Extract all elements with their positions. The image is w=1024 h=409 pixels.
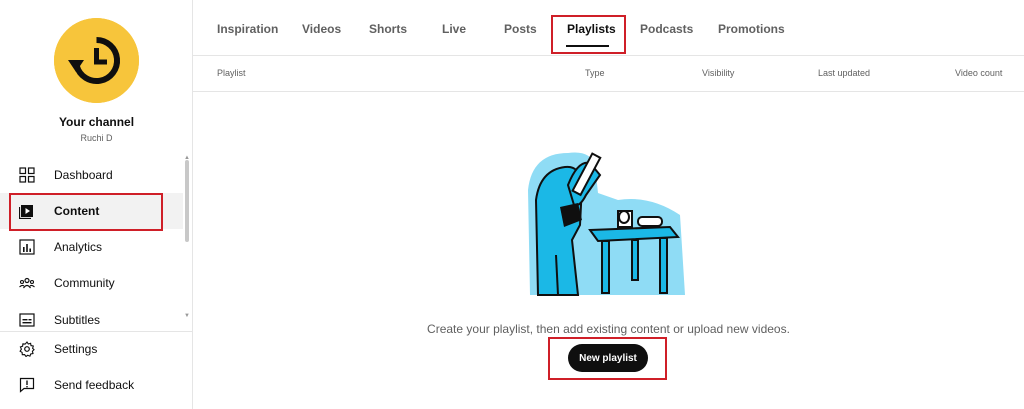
tab-videos[interactable]: Videos bbox=[302, 22, 341, 36]
tab-bar: Inspiration Videos Shorts Live Posts Pla… bbox=[193, 0, 1024, 56]
tab-podcasts[interactable]: Podcasts bbox=[640, 22, 693, 36]
column-header-playlist[interactable]: Playlist bbox=[217, 68, 246, 78]
empty-playlist-illustration bbox=[520, 145, 690, 305]
sidebar-item-label: Community bbox=[54, 276, 115, 290]
sidebar-item-content[interactable]: Content bbox=[0, 193, 183, 229]
sidebar-item-label: Settings bbox=[54, 342, 98, 356]
subtitles-icon bbox=[19, 312, 35, 328]
community-icon bbox=[19, 275, 35, 291]
sidebar-item-label: Content bbox=[54, 204, 100, 218]
column-header-visibility[interactable]: Visibility bbox=[702, 68, 734, 78]
tab-live[interactable]: Live bbox=[442, 22, 466, 36]
tab-playlists[interactable]: Playlists bbox=[567, 22, 616, 36]
sidebar-item-analytics[interactable]: Analytics bbox=[0, 229, 183, 265]
sidebar-item-dashboard[interactable]: Dashboard bbox=[0, 157, 183, 193]
tab-posts[interactable]: Posts bbox=[504, 22, 537, 36]
sidebar-item-settings[interactable]: Settings bbox=[0, 331, 183, 367]
sidebar-item-label: Send feedback bbox=[54, 378, 135, 392]
column-header-last-updated[interactable]: Last updated bbox=[818, 68, 870, 78]
sidebar: Your channel Ruchi D Dashboard Content A… bbox=[0, 0, 193, 409]
tab-promotions[interactable]: Promotions bbox=[718, 22, 785, 36]
sidebar-item-label: Subtitles bbox=[54, 313, 101, 327]
sidebar-item-community[interactable]: Community bbox=[0, 265, 183, 301]
analytics-icon bbox=[19, 239, 35, 255]
history-clock-icon bbox=[54, 18, 139, 103]
content-icon bbox=[19, 203, 35, 219]
sidebar-item-subtitles[interactable]: Subtitles bbox=[0, 301, 183, 329]
column-header-type[interactable]: Type bbox=[585, 68, 605, 78]
channel-avatar[interactable] bbox=[54, 18, 139, 103]
dashboard-icon bbox=[19, 167, 35, 183]
gear-icon bbox=[19, 341, 35, 357]
empty-state-message: Create your playlist, then add existing … bbox=[427, 322, 790, 336]
channel-handle: Ruchi D bbox=[80, 133, 113, 143]
table-header: Playlist Type Visibility Last updated Vi… bbox=[193, 56, 1024, 92]
feedback-icon bbox=[19, 377, 35, 393]
sidebar-item-label: Analytics bbox=[54, 240, 103, 254]
sidebar-item-label: Dashboard bbox=[54, 168, 113, 182]
column-header-video-count[interactable]: Video count bbox=[955, 68, 1002, 78]
sidebar-item-send-feedback[interactable]: Send feedback bbox=[0, 367, 183, 403]
tab-inspiration[interactable]: Inspiration bbox=[217, 22, 278, 36]
scroll-down-arrow-icon[interactable]: ▼ bbox=[184, 313, 190, 319]
new-playlist-button[interactable]: New playlist bbox=[568, 344, 648, 372]
active-tab-underline bbox=[566, 45, 609, 47]
channel-title: Your channel bbox=[58, 115, 135, 129]
sidebar-scrollbar[interactable] bbox=[185, 160, 189, 242]
tab-shorts[interactable]: Shorts bbox=[369, 22, 407, 36]
